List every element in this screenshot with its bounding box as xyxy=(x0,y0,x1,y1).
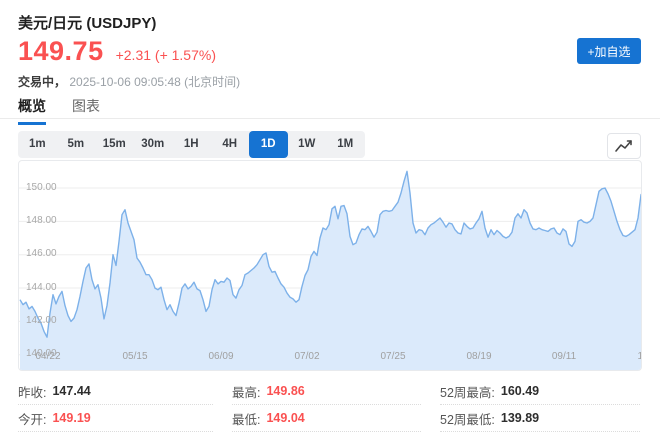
page-title: 美元/日元 (USDJPY) xyxy=(18,12,156,33)
timeframe-1m[interactable]: 1M xyxy=(326,131,365,158)
timeframe-1d[interactable]: 1D xyxy=(249,131,288,158)
stat-label: 52周最高: xyxy=(440,382,495,401)
timeframe-30m[interactable]: 30m xyxy=(134,131,173,158)
last-price: 149.75 xyxy=(18,36,104,67)
x-axis-label: 09/11 xyxy=(542,351,586,362)
stat-value: 149.04 xyxy=(266,411,304,425)
timeframe-1h[interactable]: 1H xyxy=(172,131,211,158)
timeframe-15m[interactable]: 15m xyxy=(95,131,134,158)
timeframe-5m[interactable]: 5m xyxy=(57,131,96,158)
x-axis-label: 05/15 xyxy=(113,351,157,362)
stat-label: 最低: xyxy=(232,409,260,428)
stat-label: 今开: xyxy=(18,409,46,428)
timeframe-1w[interactable]: 1W xyxy=(288,131,327,158)
trading-status-label: 交易中， xyxy=(18,75,66,89)
stat-value: 147.44 xyxy=(52,384,90,398)
y-axis-label: 144.00 xyxy=(26,282,57,293)
stat-prev-close: 昨收: 147.44 xyxy=(18,378,213,405)
price-area-chart[interactable] xyxy=(19,161,641,370)
stat-value: 149.19 xyxy=(52,411,90,425)
x-axis-label: 07/25 xyxy=(371,351,415,362)
stat-52w-high: 52周最高: 160.49 xyxy=(440,378,640,405)
quote-timestamp: 2025-10-06 09:05:48 xyxy=(69,75,180,89)
stat-label: 52周最低: xyxy=(440,409,495,428)
line-chart-icon xyxy=(614,138,634,154)
y-axis-label: 148.00 xyxy=(26,215,57,226)
x-axis-label: 04/22 xyxy=(26,351,70,362)
chart-type-button[interactable] xyxy=(607,133,641,159)
stat-label: 昨收: xyxy=(18,382,46,401)
price-chart-container[interactable]: 150.00148.00146.00144.00142.00140.0004/2… xyxy=(18,160,642,371)
y-axis-label: 142.00 xyxy=(26,315,57,326)
y-axis-label: 146.00 xyxy=(26,248,57,259)
x-axis-label: 07/02 xyxy=(285,351,329,362)
timezone-label: (北京时间) xyxy=(184,75,240,89)
y-axis-label: 150.00 xyxy=(26,182,57,193)
stat-open: 今开: 149.19 xyxy=(18,405,213,432)
stat-value: 149.86 xyxy=(266,384,304,398)
stat-high: 最高: 149.86 xyxy=(232,378,421,405)
x-axis-label: 08/19 xyxy=(457,351,501,362)
add-watchlist-button[interactable]: +加自选 xyxy=(577,38,641,64)
x-axis-label: 10/06 xyxy=(628,351,642,362)
stat-value: 160.49 xyxy=(501,384,539,398)
tab-chart[interactable]: 图表 xyxy=(72,96,100,125)
stats-table: 昨收: 147.44 最高: 149.86 52周最高: 160.49 今开: 149.19 最… xyxy=(18,378,640,432)
tab-divider xyxy=(0,118,660,119)
timeframe-bar: 1m5m15m30m1H4H1D1W1M xyxy=(18,131,365,158)
stat-52w-low: 52周最低: 139.89 xyxy=(440,405,640,432)
tab-bar: 概览图表 xyxy=(18,96,100,125)
stat-value: 139.89 xyxy=(501,411,539,425)
stat-low: 最低: 149.04 xyxy=(232,405,421,432)
price-change: +2.31 (+ 1.57%) xyxy=(116,47,216,63)
x-axis-label: 06/09 xyxy=(199,351,243,362)
timeframe-1m[interactable]: 1m xyxy=(18,131,57,158)
price-row: 149.75 +2.31 (+ 1.57%) xyxy=(18,36,216,67)
market-status: 交易中， 2025-10-06 09:05:48 (北京时间) xyxy=(18,73,240,90)
tab-overview[interactable]: 概览 xyxy=(18,96,46,125)
timeframe-4h[interactable]: 4H xyxy=(211,131,250,158)
stat-label: 最高: xyxy=(232,382,260,401)
